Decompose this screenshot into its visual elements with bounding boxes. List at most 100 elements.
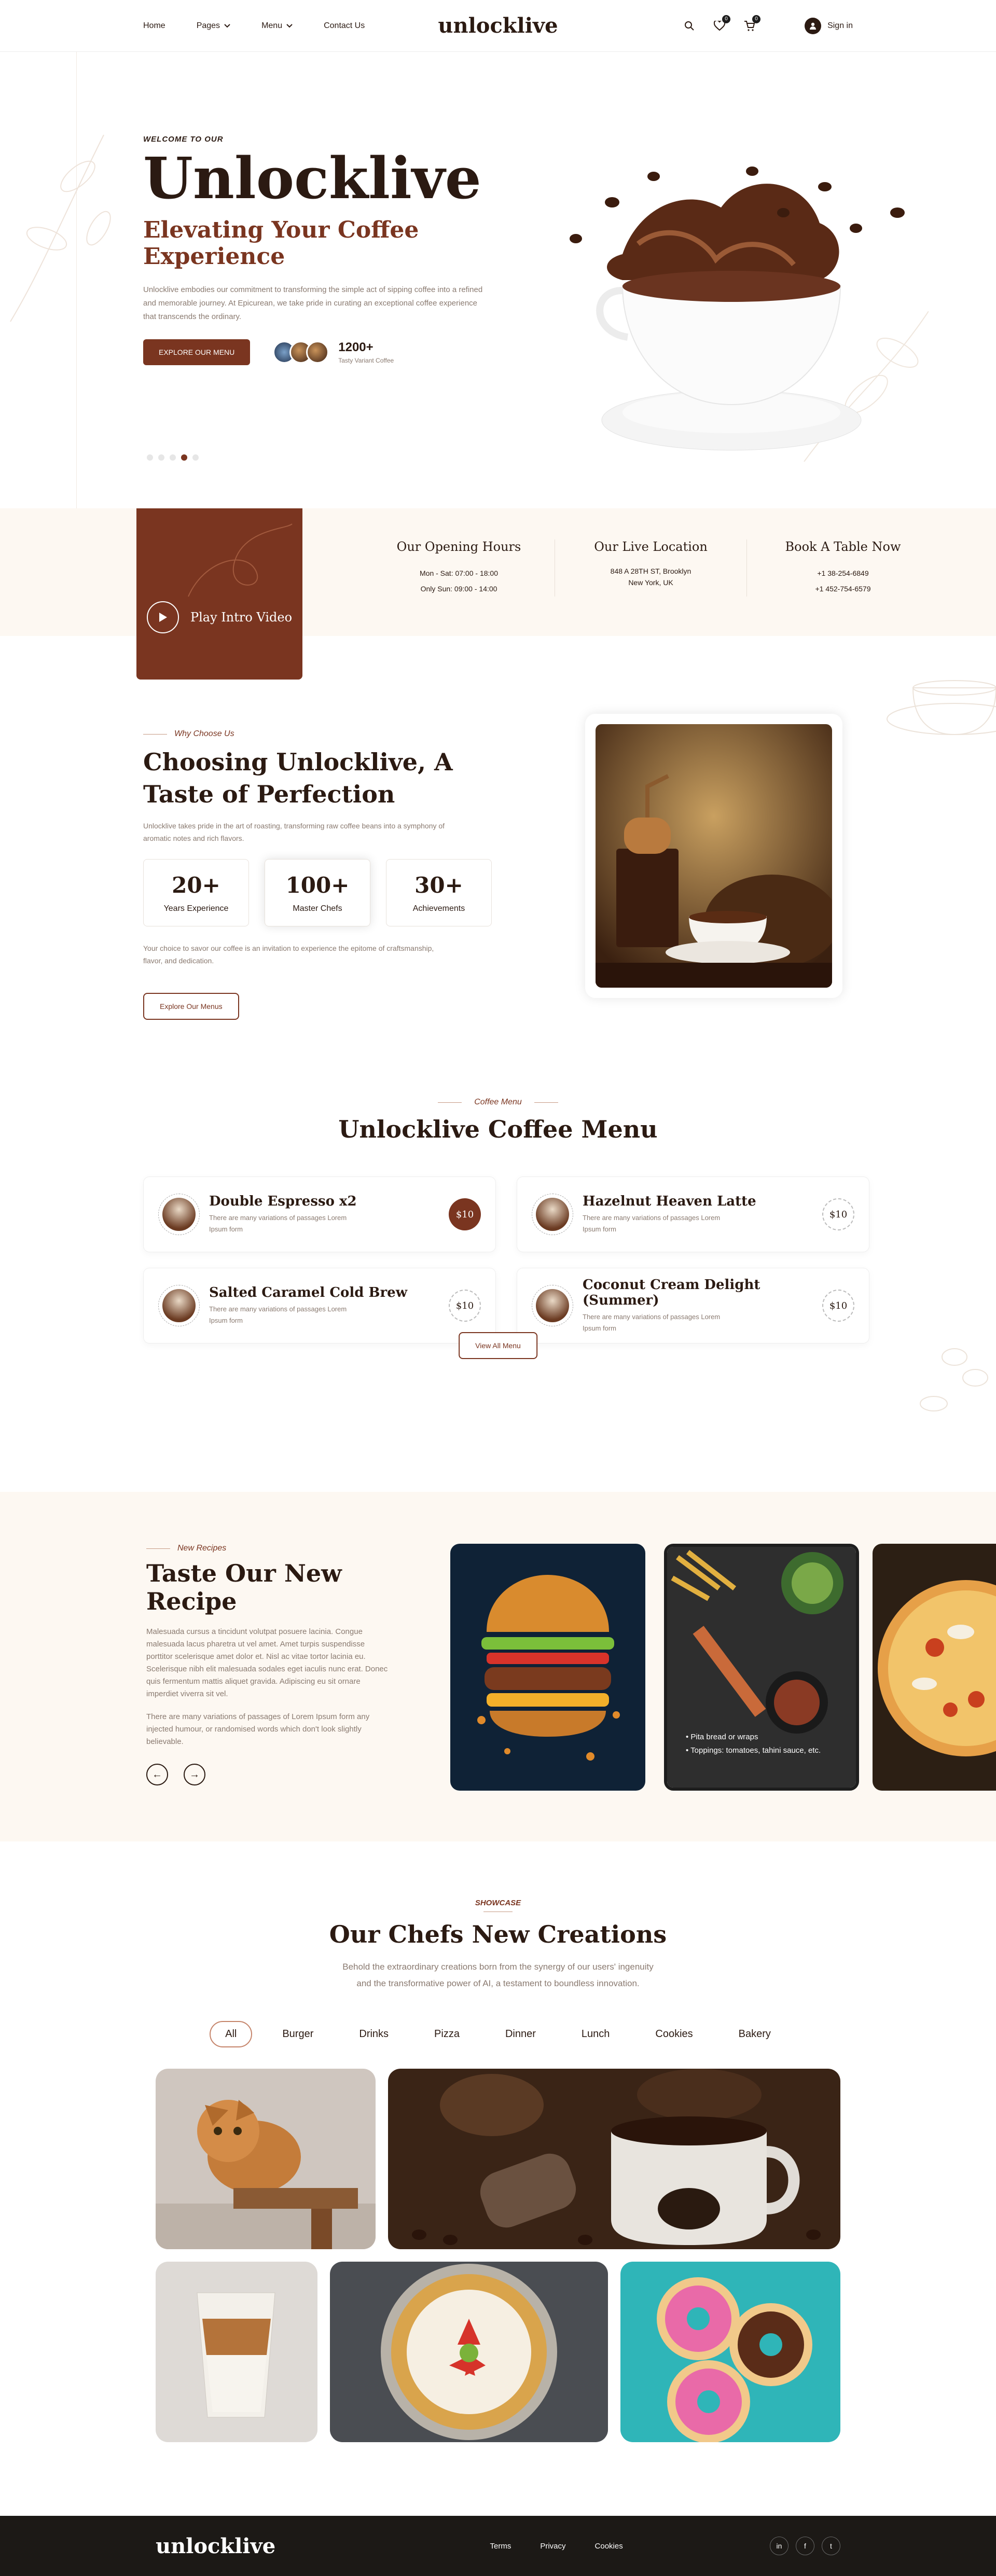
slider-dot[interactable] xyxy=(192,454,199,461)
gallery-image-cat[interactable] xyxy=(156,2069,376,2249)
recipe-slider-nav: ← → xyxy=(146,1764,390,1785)
nav-contact[interactable]: Contact Us xyxy=(324,21,365,31)
filter-burger[interactable]: Burger xyxy=(267,2021,329,2047)
slider-dot[interactable] xyxy=(147,454,153,461)
cart-icon[interactable]: 0 xyxy=(743,15,761,32)
nav-pages[interactable]: Pages xyxy=(197,21,230,31)
menu-item-name: Hazelnut Heaven Latte xyxy=(583,1194,756,1209)
why-title: Choosing Unlocklive, A Taste of Perfecti… xyxy=(143,748,453,808)
menu-item-image xyxy=(532,1285,573,1326)
filter-cookies[interactable]: Cookies xyxy=(640,2021,708,2047)
nav-menu[interactable]: Menu xyxy=(261,21,293,31)
filter-pizza[interactable]: Pizza xyxy=(419,2021,475,2047)
menu-item-image xyxy=(158,1194,200,1235)
menu-item-desc: There are many variations of passages Lo… xyxy=(583,1313,721,1332)
arrow-left-icon[interactable]: ← xyxy=(146,1764,168,1785)
recipe-card-wraps[interactable]: • Pita bread or wraps • Toppings: tomato… xyxy=(664,1544,859,1791)
menu-item-desc: There are many variations of passages Lo… xyxy=(209,1214,347,1233)
hero-title: Unlocklive xyxy=(143,145,481,212)
menu-item[interactable]: Double Espresso x2 There are many variati… xyxy=(143,1176,496,1252)
stat-value: 20+ xyxy=(172,872,220,898)
recipe-card-burger[interactable] xyxy=(450,1544,645,1791)
site-footer: unlocklive Terms Privacy Cookies in f t xyxy=(0,2516,996,2576)
footer-link-terms[interactable]: Terms xyxy=(490,2542,511,2551)
recipe-card-pizza[interactable] xyxy=(873,1544,996,1791)
gallery-image-coffee[interactable] xyxy=(388,2069,840,2249)
facebook-icon[interactable]: f xyxy=(796,2537,814,2555)
swirl-decoration-icon xyxy=(188,523,293,597)
hero-slider-dots xyxy=(147,454,199,461)
play-icon[interactable] xyxy=(146,601,179,633)
hero-stat: 1200+ Tasty Variant Coffee xyxy=(273,340,394,364)
main-nav: Home Pages Menu Contact Us xyxy=(143,21,365,31)
section-eyebrow: New Recipes xyxy=(146,1544,390,1553)
header-actions: 0 0 Sign in xyxy=(683,15,853,34)
slider-dot[interactable] xyxy=(158,454,164,461)
stat-label: Achievements xyxy=(412,904,465,913)
phone-link[interactable]: +1 38-254-6849 xyxy=(817,569,868,577)
coffee-grinder-image xyxy=(585,714,842,998)
hero-content: WELCOME TO OUR Unlocklive Elevating Your… xyxy=(143,135,506,365)
beans-decoration-icon xyxy=(920,1348,988,1411)
menu-item-price: $10 xyxy=(449,1290,481,1322)
explore-menu-button[interactable]: EXPLORE OUR MENU xyxy=(143,339,251,365)
menu-item[interactable]: Coconut Cream Delight (Summer) There are … xyxy=(517,1268,869,1344)
footer-logo[interactable]: unlocklive xyxy=(156,2534,275,2558)
recipe-text: Malesuada cursus a tincidunt volutpat po… xyxy=(146,1627,388,1698)
signin-link[interactable]: Sign in xyxy=(805,17,853,34)
gallery-image-tart[interactable] xyxy=(330,2262,608,2442)
coffee-splash-image xyxy=(570,167,929,462)
hero-eyebrow: WELCOME TO OUR xyxy=(143,135,224,144)
section-eyebrow: SHOWCASE xyxy=(475,1899,521,1907)
menu-item[interactable]: Salted Caramel Cold Brew There are many v… xyxy=(143,1268,496,1344)
showcase-section: SHOWCASE Our Chefs New Creations Behold … xyxy=(0,1841,996,2516)
why-choose-section: Why Choose Us Choosing Unlocklive, A Tas… xyxy=(0,636,996,1098)
footer-link-privacy[interactable]: Privacy xyxy=(540,2542,565,2551)
filter-all[interactable]: All xyxy=(210,2021,253,2047)
site-logo[interactable]: unlocklive xyxy=(438,13,558,38)
footer-link-cookies[interactable]: Cookies xyxy=(595,2542,623,2551)
gallery-image-donuts[interactable] xyxy=(620,2262,840,2442)
filter-drinks[interactable]: Drinks xyxy=(343,2021,404,2047)
twitter-icon[interactable]: t xyxy=(822,2537,840,2555)
arrow-right-icon[interactable]: → xyxy=(184,1764,205,1785)
heart-icon[interactable]: 0 xyxy=(713,15,731,32)
signin-label: Sign in xyxy=(827,21,853,30)
cup-decoration-icon xyxy=(887,680,996,736)
why-text-2: Your choice to savor our coffee is an in… xyxy=(143,944,434,965)
recipe-content: New Recipes Taste Our New Recipe Malesua… xyxy=(146,1544,390,1785)
linkedin-icon[interactable]: in xyxy=(770,2537,789,2555)
hero-text: Unlocklive embodies our commitment to tr… xyxy=(143,285,483,321)
search-icon[interactable] xyxy=(683,20,696,32)
live-location: Our Live Location 848 A 28TH ST, Brooklyn… xyxy=(555,539,747,597)
hero-section: WELCOME TO OUR Unlocklive Elevating Your… xyxy=(0,52,996,508)
chevron-down-icon xyxy=(224,23,230,27)
filter-bakery[interactable]: Bakery xyxy=(723,2021,786,2047)
gallery-image-latte[interactable] xyxy=(156,2262,317,2442)
phone-link[interactable]: +1 452-754-6579 xyxy=(815,585,870,593)
stat-card: 100+ Master Chefs xyxy=(265,859,370,926)
menu-item-price: $10 xyxy=(822,1198,854,1230)
filter-dinner[interactable]: Dinner xyxy=(490,2021,551,2047)
social-links: in f t xyxy=(770,2537,840,2555)
user-icon xyxy=(805,17,822,34)
info-line: Only Sun: 09:00 - 14:00 xyxy=(420,585,497,593)
leaf-decoration-icon xyxy=(10,134,111,322)
slider-dot[interactable] xyxy=(170,454,176,461)
info-title: Our Opening Hours xyxy=(396,539,521,554)
nav-home[interactable]: Home xyxy=(143,21,165,31)
slider-dot-active[interactable] xyxy=(181,454,187,461)
hero-cta: EXPLORE OUR MENU 1200+ Tasty Variant Coff… xyxy=(143,339,506,365)
customer-avatars xyxy=(273,341,329,364)
filter-lunch[interactable]: Lunch xyxy=(566,2021,626,2047)
footer-links: Terms Privacy Cookies xyxy=(490,2542,622,2551)
new-recipe-section: New Recipes Taste Our New Recipe Malesua… xyxy=(0,1492,996,1841)
menu-item[interactable]: Hazelnut Heaven Latte There are many vari… xyxy=(517,1176,869,1252)
opening-hours: Our Opening Hours Mon - Sat: 07:00 - 18:0… xyxy=(363,539,555,597)
menu-item-name: Double Espresso x2 xyxy=(209,1194,357,1209)
book-table: Book A Table Now +1 38-254-6849 +1 452-754… xyxy=(747,539,939,597)
view-all-menu-button[interactable]: View All Menu xyxy=(459,1332,537,1359)
explore-menus-button[interactable]: Explore Our Menus xyxy=(143,993,239,1020)
play-video-label: Play Intro Video xyxy=(190,610,293,625)
stat-value: 1200+ xyxy=(338,340,374,354)
